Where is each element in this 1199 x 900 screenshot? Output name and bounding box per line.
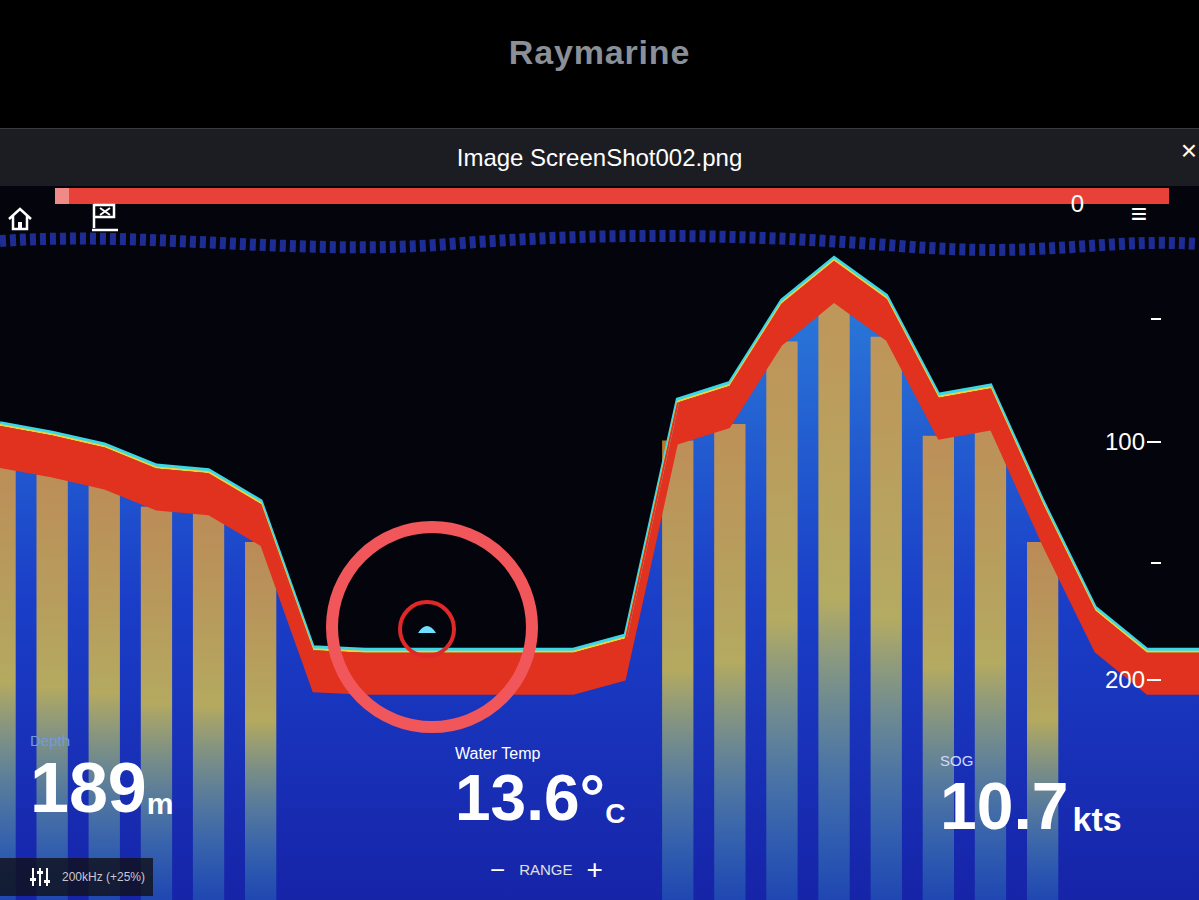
scale-label: 0 [1071, 192, 1084, 216]
highlight-circle [332, 527, 532, 727]
scale-label: 200 [1105, 668, 1145, 692]
range-plus-button[interactable]: + [587, 856, 603, 884]
readout-unit: m [147, 789, 174, 823]
readout-unit: C [605, 800, 625, 830]
echo-streak [871, 337, 902, 900]
surface-clutter [0, 236, 1199, 250]
echo-streak [714, 424, 745, 900]
seabed-profile [0, 261, 1199, 695]
range-minus-button[interactable]: − [490, 857, 505, 883]
sog-readout: SOG 10.7 kts [940, 750, 1122, 839]
close-button[interactable]: × [1181, 137, 1197, 165]
device-screen: Raymarine Image ScreenShot002.png × 0 ≡ … [0, 0, 1199, 900]
brand-logo: Raymarine [509, 27, 691, 78]
range-bar[interactable] [55, 188, 1169, 204]
window-title: Image ScreenShot002.png [457, 140, 743, 176]
readout-label: Depth [30, 730, 173, 753]
fish-target-icon [418, 626, 436, 633]
title-bar: Image ScreenShot002.png × [0, 128, 1199, 186]
water-temp-readout: Water Temp 13.6° C [455, 742, 625, 830]
echo-streak [1027, 542, 1058, 900]
sub-bottom-return [0, 299, 1199, 900]
home-icon[interactable] [6, 206, 34, 232]
range-label: RANGE [519, 859, 572, 882]
waypoint-flag-icon[interactable] [90, 202, 120, 234]
readout-value: 10.7 [940, 773, 1068, 839]
scale-tick: 100 [1105, 430, 1161, 454]
echo-streak [37, 474, 68, 900]
readout-label: Water Temp [455, 742, 625, 766]
echo-streak [766, 341, 797, 900]
echo-streak [141, 507, 172, 900]
echo-streak [818, 299, 849, 900]
echo-streak [89, 485, 120, 900]
seabed-edge [0, 260, 1199, 652]
echo-streak [245, 542, 276, 900]
settings-sliders-icon[interactable] [28, 865, 52, 889]
seabed-edge [0, 262, 1199, 654]
readout-label: SOG [940, 750, 1122, 773]
sonar-view: 0 ≡ 100 200 Depth 189 m Water Temp 13.6°… [0, 186, 1199, 900]
highlight-circle [400, 602, 454, 656]
range-control: − RANGE + [490, 856, 603, 884]
depth-readout: Depth 189 m [30, 730, 173, 823]
scale-minor-tick [1151, 318, 1161, 320]
readout-value: 189 [30, 753, 147, 823]
echo-streak [193, 511, 224, 900]
echo-streak [0, 464, 16, 900]
echo-streak [662, 441, 693, 900]
readout-value: 13.6° [455, 766, 605, 830]
frequency-label: 200kHz (+25%) [62, 868, 145, 886]
scale-tick: 200 [1105, 668, 1161, 692]
menu-button[interactable]: ≡ [1131, 200, 1147, 228]
bezel: Raymarine [0, 0, 1199, 128]
readout-unit: kts [1072, 802, 1121, 839]
scale-label: 100 [1105, 430, 1145, 454]
scale-minor-tick [1151, 562, 1161, 564]
frequency-panel: 200kHz (+25%) [0, 858, 153, 896]
